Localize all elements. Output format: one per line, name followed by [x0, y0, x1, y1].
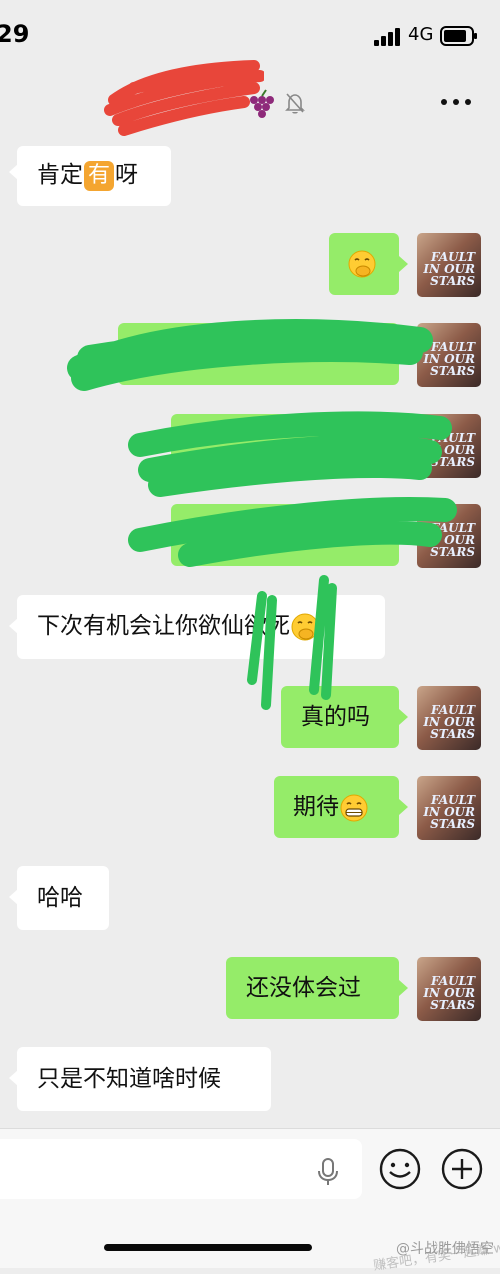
signal-strength-icon — [374, 28, 400, 46]
message-text: 还没体会过 — [246, 975, 361, 1001]
avatar-caption: FAULT IN OUR STARS — [423, 974, 475, 1012]
microphone-icon[interactable] — [314, 1157, 342, 1187]
bubble-tail — [399, 527, 408, 543]
avatar-caption: FAULT IN OUR STARS — [423, 521, 475, 559]
message-text: 期待 — [293, 794, 339, 820]
grinning-face-emoji-icon — [340, 794, 368, 821]
message-bubble[interactable]: 还没体会过 — [226, 957, 399, 1019]
bubble-tail — [399, 709, 408, 725]
my-avatar[interactable]: FAULT IN OUR STARS — [417, 504, 481, 568]
status-time: 29 — [0, 20, 30, 48]
message-bubble[interactable] — [171, 504, 399, 566]
emoji-button-icon[interactable] — [378, 1147, 422, 1191]
grape-icon — [244, 88, 278, 118]
avatar-caption: FAULT IN OUR STARS — [423, 340, 475, 378]
avatar-caption: FAULT IN OUR STARS — [423, 793, 475, 831]
my-avatar[interactable]: FAULT IN OUR STARS — [417, 686, 481, 750]
message-text: 只是不知道啥时候 — [37, 1066, 221, 1092]
avatar-caption: FAULT IN OUR STARS — [423, 703, 475, 741]
mute-bell-icon — [285, 93, 305, 114]
my-avatar[interactable]: FAULT IN OUR STARS — [417, 323, 481, 387]
message-bubble[interactable]: 肯定有呀 — [17, 146, 171, 206]
my-avatar[interactable]: FAULT IN OUR STARS — [417, 776, 481, 840]
message-bubble[interactable]: 下次有机会让你欲仙欲死 — [17, 595, 385, 659]
you-emoji-glyph: 有 — [84, 160, 114, 191]
my-avatar[interactable]: FAULT IN OUR STARS — [417, 957, 481, 1021]
message-bubble[interactable] — [118, 323, 399, 385]
bubble-tail — [399, 256, 408, 272]
bubble-tail — [399, 437, 408, 453]
message-text: 哈哈 — [37, 885, 83, 911]
message-text: 下次有机会让你欲仙欲死 — [37, 613, 290, 639]
message-text: 呀 — [115, 162, 138, 188]
message-input[interactable] — [0, 1139, 362, 1199]
network-type-label: 4G — [408, 24, 434, 45]
message-bubble[interactable] — [329, 233, 399, 295]
avatar-caption: FAULT IN OUR STARS — [423, 431, 475, 469]
hand-over-mouth-emoji-icon — [291, 613, 319, 640]
bubble-tail — [399, 346, 408, 362]
message-bubble[interactable]: 哈哈 — [17, 866, 109, 930]
my-avatar[interactable]: FAULT IN OUR STARS — [417, 414, 481, 478]
message-text: 真的吗 — [301, 704, 370, 730]
add-more-icon[interactable] — [440, 1147, 484, 1191]
more-options-icon[interactable] — [440, 98, 472, 106]
message-bubble[interactable]: 期待 — [274, 776, 399, 838]
avatar-caption: FAULT IN OUR STARS — [423, 250, 475, 288]
my-avatar[interactable]: FAULT IN OUR STARS — [417, 233, 481, 297]
message-bubble[interactable]: 只是不知道啥时候 — [17, 1047, 271, 1111]
hand-over-mouth-emoji-icon — [348, 250, 376, 277]
red-redaction-scribble — [104, 60, 264, 136]
message-text: 肯定 — [37, 162, 83, 188]
watermark-credit: @斗战胜佛悟空 — [396, 1241, 494, 1257]
home-indicator — [104, 1244, 312, 1251]
bubble-tail — [399, 799, 408, 815]
battery-icon — [440, 26, 477, 46]
message-bubble[interactable] — [171, 414, 399, 476]
message-bubble[interactable]: 真的吗 — [281, 686, 399, 748]
bubble-tail — [399, 980, 408, 996]
